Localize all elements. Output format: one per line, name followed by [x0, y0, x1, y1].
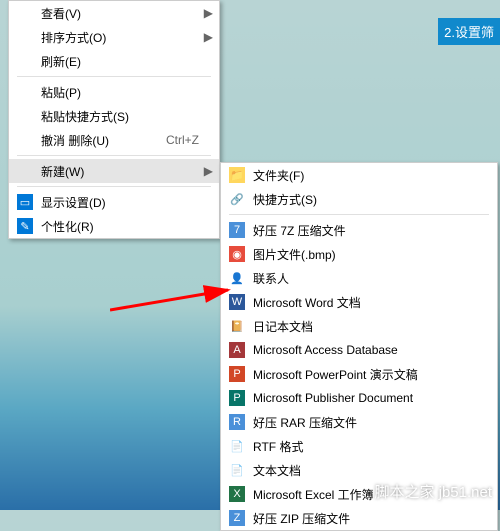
- menu-label: 排序方式(O): [41, 29, 106, 46]
- shortcut-icon: 🔗: [229, 191, 245, 207]
- rtf-icon: 📄: [229, 438, 245, 454]
- new-powerpoint[interactable]: P Microsoft PowerPoint 演示文稿: [221, 362, 497, 386]
- menu-undo-delete[interactable]: 撤消 删除(U) Ctrl+Z: [9, 128, 219, 152]
- separator: [229, 214, 489, 215]
- archive-icon: Z: [229, 510, 245, 526]
- menu-label: Microsoft Access Database: [253, 343, 398, 357]
- display-icon: ▭: [17, 194, 33, 210]
- new-haozip-rar[interactable]: R 好压 RAR 压缩文件: [221, 410, 497, 434]
- new-shortcut[interactable]: 🔗 快捷方式(S): [221, 187, 497, 211]
- menu-label: 好压 7Z 压缩文件: [253, 222, 346, 239]
- archive-icon: 7: [229, 222, 245, 238]
- menu-label: Microsoft PowerPoint 演示文稿: [253, 366, 418, 383]
- archive-icon: R: [229, 414, 245, 430]
- menu-refresh[interactable]: 刷新(E): [9, 49, 219, 73]
- menu-new[interactable]: 新建(W) ▶: [9, 159, 219, 183]
- new-rtf[interactable]: 📄 RTF 格式: [221, 434, 497, 458]
- diary-icon: 📔: [229, 318, 245, 334]
- submenu-arrow-icon: ▶: [204, 6, 213, 20]
- powerpoint-icon: P: [229, 366, 245, 382]
- txt-icon: 📄: [229, 462, 245, 478]
- menu-label: Microsoft Publisher Document: [253, 391, 413, 405]
- menu-display-settings[interactable]: ▭ 显示设置(D): [9, 190, 219, 214]
- access-icon: A: [229, 342, 245, 358]
- menu-label: Microsoft Excel 工作簿: [253, 486, 374, 503]
- new-contact[interactable]: 👤 联系人: [221, 266, 497, 290]
- separator: [17, 76, 211, 77]
- excel-icon: X: [229, 486, 245, 502]
- context-menu-new-submenu: 📁 文件夹(F) 🔗 快捷方式(S) 7 好压 7Z 压缩文件 ◉ 图片文件(.bmp)…: [220, 162, 498, 531]
- menu-label: 显示设置(D): [41, 194, 106, 211]
- submenu-arrow-icon: ▶: [204, 164, 213, 178]
- folder-icon: 📁: [229, 167, 245, 183]
- menu-label: 好压 ZIP 压缩文件: [253, 510, 350, 527]
- menu-label: 个性化(R): [41, 218, 94, 235]
- menu-label: 粘贴(P): [41, 84, 81, 101]
- image-icon: ◉: [229, 246, 245, 262]
- menu-label: 日记本文档: [253, 318, 313, 335]
- menu-label: 快捷方式(S): [253, 191, 317, 208]
- menu-label: 新建(W): [41, 163, 84, 180]
- new-access-db[interactable]: A Microsoft Access Database: [221, 338, 497, 362]
- menu-personalize[interactable]: ✎ 个性化(R): [9, 214, 219, 238]
- menu-label: 图片文件(.bmp): [253, 246, 336, 263]
- keyboard-shortcut: Ctrl+Z: [166, 133, 199, 147]
- menu-label: 好压 RAR 压缩文件: [253, 414, 357, 431]
- menu-paste[interactable]: 粘贴(P): [9, 80, 219, 104]
- context-menu-main: 查看(V) ▶ 排序方式(O) ▶ 刷新(E) 粘贴(P) 粘贴快捷方式(S) 撤消…: [8, 0, 220, 239]
- separator: [17, 155, 211, 156]
- menu-label: 粘贴快捷方式(S): [41, 108, 129, 125]
- menu-label: 查看(V): [41, 5, 81, 22]
- watermark: 脚本之家 jb51.net: [374, 481, 492, 502]
- personalize-icon: ✎: [17, 218, 33, 234]
- new-folder[interactable]: 📁 文件夹(F): [221, 163, 497, 187]
- publisher-icon: P: [229, 390, 245, 406]
- contact-icon: 👤: [229, 270, 245, 286]
- menu-label: Microsoft Word 文档: [253, 294, 361, 311]
- menu-label: 撤消 删除(U): [41, 132, 109, 149]
- callout-label: 2.设置筛: [438, 18, 500, 45]
- new-bmp[interactable]: ◉ 图片文件(.bmp): [221, 242, 497, 266]
- menu-view[interactable]: 查看(V) ▶: [9, 1, 219, 25]
- new-txt[interactable]: 📄 文本文档: [221, 458, 497, 482]
- menu-label: 文件夹(F): [253, 167, 304, 184]
- menu-label: 文本文档: [253, 462, 301, 479]
- word-icon: W: [229, 294, 245, 310]
- new-haozip-7z[interactable]: 7 好压 7Z 压缩文件: [221, 218, 497, 242]
- new-diary[interactable]: 📔 日记本文档: [221, 314, 497, 338]
- new-word-doc[interactable]: W Microsoft Word 文档: [221, 290, 497, 314]
- submenu-arrow-icon: ▶: [204, 30, 213, 44]
- menu-sort[interactable]: 排序方式(O) ▶: [9, 25, 219, 49]
- menu-paste-shortcut[interactable]: 粘贴快捷方式(S): [9, 104, 219, 128]
- menu-label: 联系人: [253, 270, 289, 287]
- menu-label: RTF 格式: [253, 438, 303, 455]
- menu-label: 刷新(E): [41, 53, 81, 70]
- new-publisher[interactable]: P Microsoft Publisher Document: [221, 386, 497, 410]
- separator: [17, 186, 211, 187]
